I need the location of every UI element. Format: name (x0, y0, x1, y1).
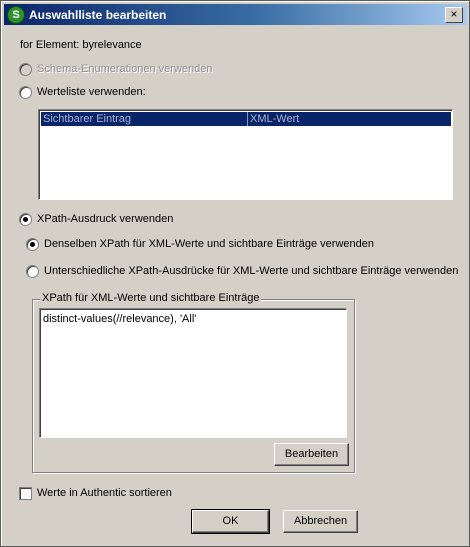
title-bar: S Auswahlliste bearbeiten × (4, 4, 467, 25)
radio-same-xpath-label[interactable]: Denselben XPath für XML-Werte und sichtb… (44, 238, 374, 250)
ok-button[interactable]: OK (191, 509, 270, 534)
element-label: for Element: byrelevance (20, 39, 142, 51)
radio-selected-dot (30, 242, 35, 247)
close-icon: × (450, 7, 458, 21)
radio-same-xpath[interactable] (26, 238, 39, 251)
radio-schema-enumerations (19, 63, 32, 76)
close-button[interactable]: × (445, 7, 463, 23)
column-header-visible-entry[interactable]: Sichtbarer Eintrag (43, 113, 131, 125)
column-header-xml-value[interactable]: XML-Wert (250, 113, 299, 125)
radio-selected-dot (23, 217, 28, 222)
radio-different-xpath[interactable] (26, 265, 39, 278)
value-list-header: Sichtbarer Eintrag XML-Wert (41, 112, 451, 126)
sort-checkbox-label[interactable]: Werte in Authentic sortieren (37, 487, 172, 499)
xpath-group-legend: XPath für XML-Werte und sichtbare Einträ… (40, 292, 262, 304)
edit-button[interactable]: Bearbeiten (274, 443, 349, 466)
value-list-table[interactable]: Sichtbarer Eintrag XML-Wert (38, 109, 453, 200)
xpath-expression-input[interactable]: distinct-values(//relevance), 'All' (39, 308, 347, 438)
radio-value-list-label[interactable]: Werteliste verwenden: (37, 86, 146, 98)
app-icon: S (7, 6, 25, 24)
radio-value-list[interactable] (19, 86, 32, 99)
radio-xpath-expression[interactable] (19, 213, 32, 226)
radio-schema-enumerations-label: Schema-Enumerationen verwenden (37, 63, 213, 75)
xpath-expression-text: distinct-values(//relevance), 'All' (43, 313, 197, 325)
sort-checkbox[interactable] (19, 487, 32, 500)
radio-xpath-expression-label[interactable]: XPath-Ausdruck verwenden (37, 213, 173, 225)
dialog-window: S Auswahlliste bearbeiten × for Element:… (0, 0, 470, 547)
radio-different-xpath-label[interactable]: Unterschiedliche XPath-Ausdrücke für XML… (44, 265, 458, 277)
cancel-button[interactable]: Abbrechen (283, 510, 358, 533)
dialog-title: Auswahlliste bearbeiten (29, 8, 167, 22)
column-divider[interactable] (247, 112, 248, 126)
